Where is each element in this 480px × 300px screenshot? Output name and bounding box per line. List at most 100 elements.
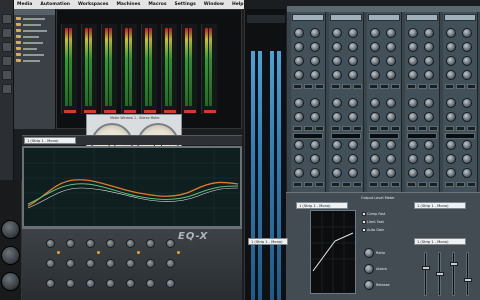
jog-knob[interactable] xyxy=(1,246,20,265)
strip-button[interactable] xyxy=(445,182,454,187)
strip-knob[interactable] xyxy=(348,70,358,80)
strip-knob[interactable] xyxy=(332,70,342,80)
eq-band-knob[interactable] xyxy=(66,239,75,248)
strip-button[interactable] xyxy=(293,126,302,131)
strip-button[interactable] xyxy=(467,182,476,187)
strip-knob[interactable] xyxy=(348,56,358,66)
strip-button[interactable] xyxy=(407,182,416,187)
eq-band-knob[interactable] xyxy=(46,239,55,248)
strip-knob[interactable] xyxy=(446,56,456,66)
dynamics-track-dropdown[interactable]: 1 (Strip 1 - Mono) xyxy=(296,202,348,209)
strip-knob[interactable] xyxy=(462,56,472,66)
strip-button[interactable] xyxy=(369,126,378,131)
eq-band-knob[interactable] xyxy=(146,259,155,268)
menu-item-settings[interactable]: Settings xyxy=(175,2,196,7)
eq-band-knob[interactable] xyxy=(66,279,75,288)
strip-button[interactable] xyxy=(380,126,389,131)
strip-knob[interactable] xyxy=(332,154,342,164)
strip-button[interactable] xyxy=(429,84,438,89)
strip-knob[interactable] xyxy=(424,98,434,108)
strip-button[interactable] xyxy=(369,182,378,187)
strip-button[interactable] xyxy=(391,84,400,89)
strip-button[interactable] xyxy=(456,84,465,89)
strip-knob[interactable] xyxy=(348,154,358,164)
strip-button[interactable] xyxy=(407,126,416,131)
strip-knob[interactable] xyxy=(446,154,456,164)
strip-knob[interactable] xyxy=(424,70,434,80)
strip-knob[interactable] xyxy=(386,154,396,164)
strip-knob[interactable] xyxy=(310,56,320,66)
strip-knob[interactable] xyxy=(348,28,358,38)
strip-button[interactable] xyxy=(342,84,351,89)
strip-knob[interactable] xyxy=(332,56,342,66)
strip-knob[interactable] xyxy=(348,42,358,52)
strip-header[interactable] xyxy=(330,14,362,21)
strip-knob[interactable] xyxy=(446,42,456,52)
mixer-channel[interactable] xyxy=(121,24,137,114)
strip-knob[interactable] xyxy=(370,140,380,150)
tree-item[interactable] xyxy=(16,22,53,27)
strip-knob[interactable] xyxy=(310,140,320,150)
strip-knob[interactable] xyxy=(294,28,304,38)
strip-button[interactable] xyxy=(293,84,302,89)
strip-knob[interactable] xyxy=(408,112,418,122)
strip-knob[interactable] xyxy=(408,168,418,178)
eq-band-knob[interactable] xyxy=(146,239,155,248)
strip-button[interactable] xyxy=(342,126,351,131)
strip-knob[interactable] xyxy=(462,70,472,80)
tree-item[interactable] xyxy=(16,46,53,51)
channel-fader[interactable] xyxy=(436,272,444,276)
tree-item[interactable] xyxy=(16,52,53,57)
eq-band-knob[interactable] xyxy=(146,279,155,288)
strip-knob[interactable] xyxy=(294,112,304,122)
strip-button[interactable] xyxy=(293,182,302,187)
strip-button[interactable] xyxy=(353,84,362,89)
eq-band-knob[interactable] xyxy=(166,259,175,268)
strip-knob[interactable] xyxy=(462,112,472,122)
strip-knob[interactable] xyxy=(370,56,380,66)
strip-header[interactable] xyxy=(444,14,476,21)
strip-knob[interactable] xyxy=(348,168,358,178)
strip-knob[interactable] xyxy=(446,112,456,122)
strip-button[interactable] xyxy=(429,126,438,131)
strip-knob[interactable] xyxy=(386,28,396,38)
eq-band-knob[interactable] xyxy=(106,259,115,268)
strip-knob[interactable] xyxy=(424,56,434,66)
strip-knob[interactable] xyxy=(310,112,320,122)
channel-fader[interactable] xyxy=(422,266,430,270)
limit-fast-checkbox[interactable] xyxy=(362,220,366,224)
eq-band-knob[interactable] xyxy=(126,239,135,248)
strip-button[interactable] xyxy=(331,126,340,131)
eq-band-knob[interactable] xyxy=(46,259,55,268)
eq-band-knob[interactable] xyxy=(106,279,115,288)
dynamics-track-dropdown-right[interactable]: 1 (Strip 1 - Mono) xyxy=(414,202,466,209)
eq-band-knob[interactable] xyxy=(46,279,55,288)
channel-track-dropdown[interactable]: 1 (Strip 1 - Mono) xyxy=(414,238,466,245)
strip-button[interactable] xyxy=(418,182,427,187)
strip-button[interactable] xyxy=(391,182,400,187)
menu-item-automation[interactable]: Automation xyxy=(40,2,70,7)
strip-knob[interactable] xyxy=(386,42,396,52)
eq-band-knob[interactable] xyxy=(66,259,75,268)
strip-knob[interactable] xyxy=(462,98,472,108)
mixer-channel[interactable] xyxy=(161,24,177,114)
channel-fader[interactable] xyxy=(464,278,472,282)
mixer-channel[interactable] xyxy=(181,24,197,114)
strip-button[interactable] xyxy=(407,84,416,89)
strip-button[interactable] xyxy=(315,126,324,131)
strip-knob[interactable] xyxy=(446,70,456,80)
strip-knob[interactable] xyxy=(408,70,418,80)
ratio-knob[interactable] xyxy=(364,248,374,258)
strip-button[interactable] xyxy=(467,126,476,131)
channel-fader[interactable] xyxy=(450,262,458,266)
strip-knob[interactable] xyxy=(370,42,380,52)
mixer-channel[interactable] xyxy=(81,24,97,114)
strip-knob[interactable] xyxy=(386,140,396,150)
strip-knob[interactable] xyxy=(370,28,380,38)
strip-knob[interactable] xyxy=(386,98,396,108)
strip-knob[interactable] xyxy=(424,168,434,178)
strip-knob[interactable] xyxy=(332,140,342,150)
strip-knob[interactable] xyxy=(294,56,304,66)
strip-button[interactable] xyxy=(418,126,427,131)
strip-button[interactable] xyxy=(445,126,454,131)
